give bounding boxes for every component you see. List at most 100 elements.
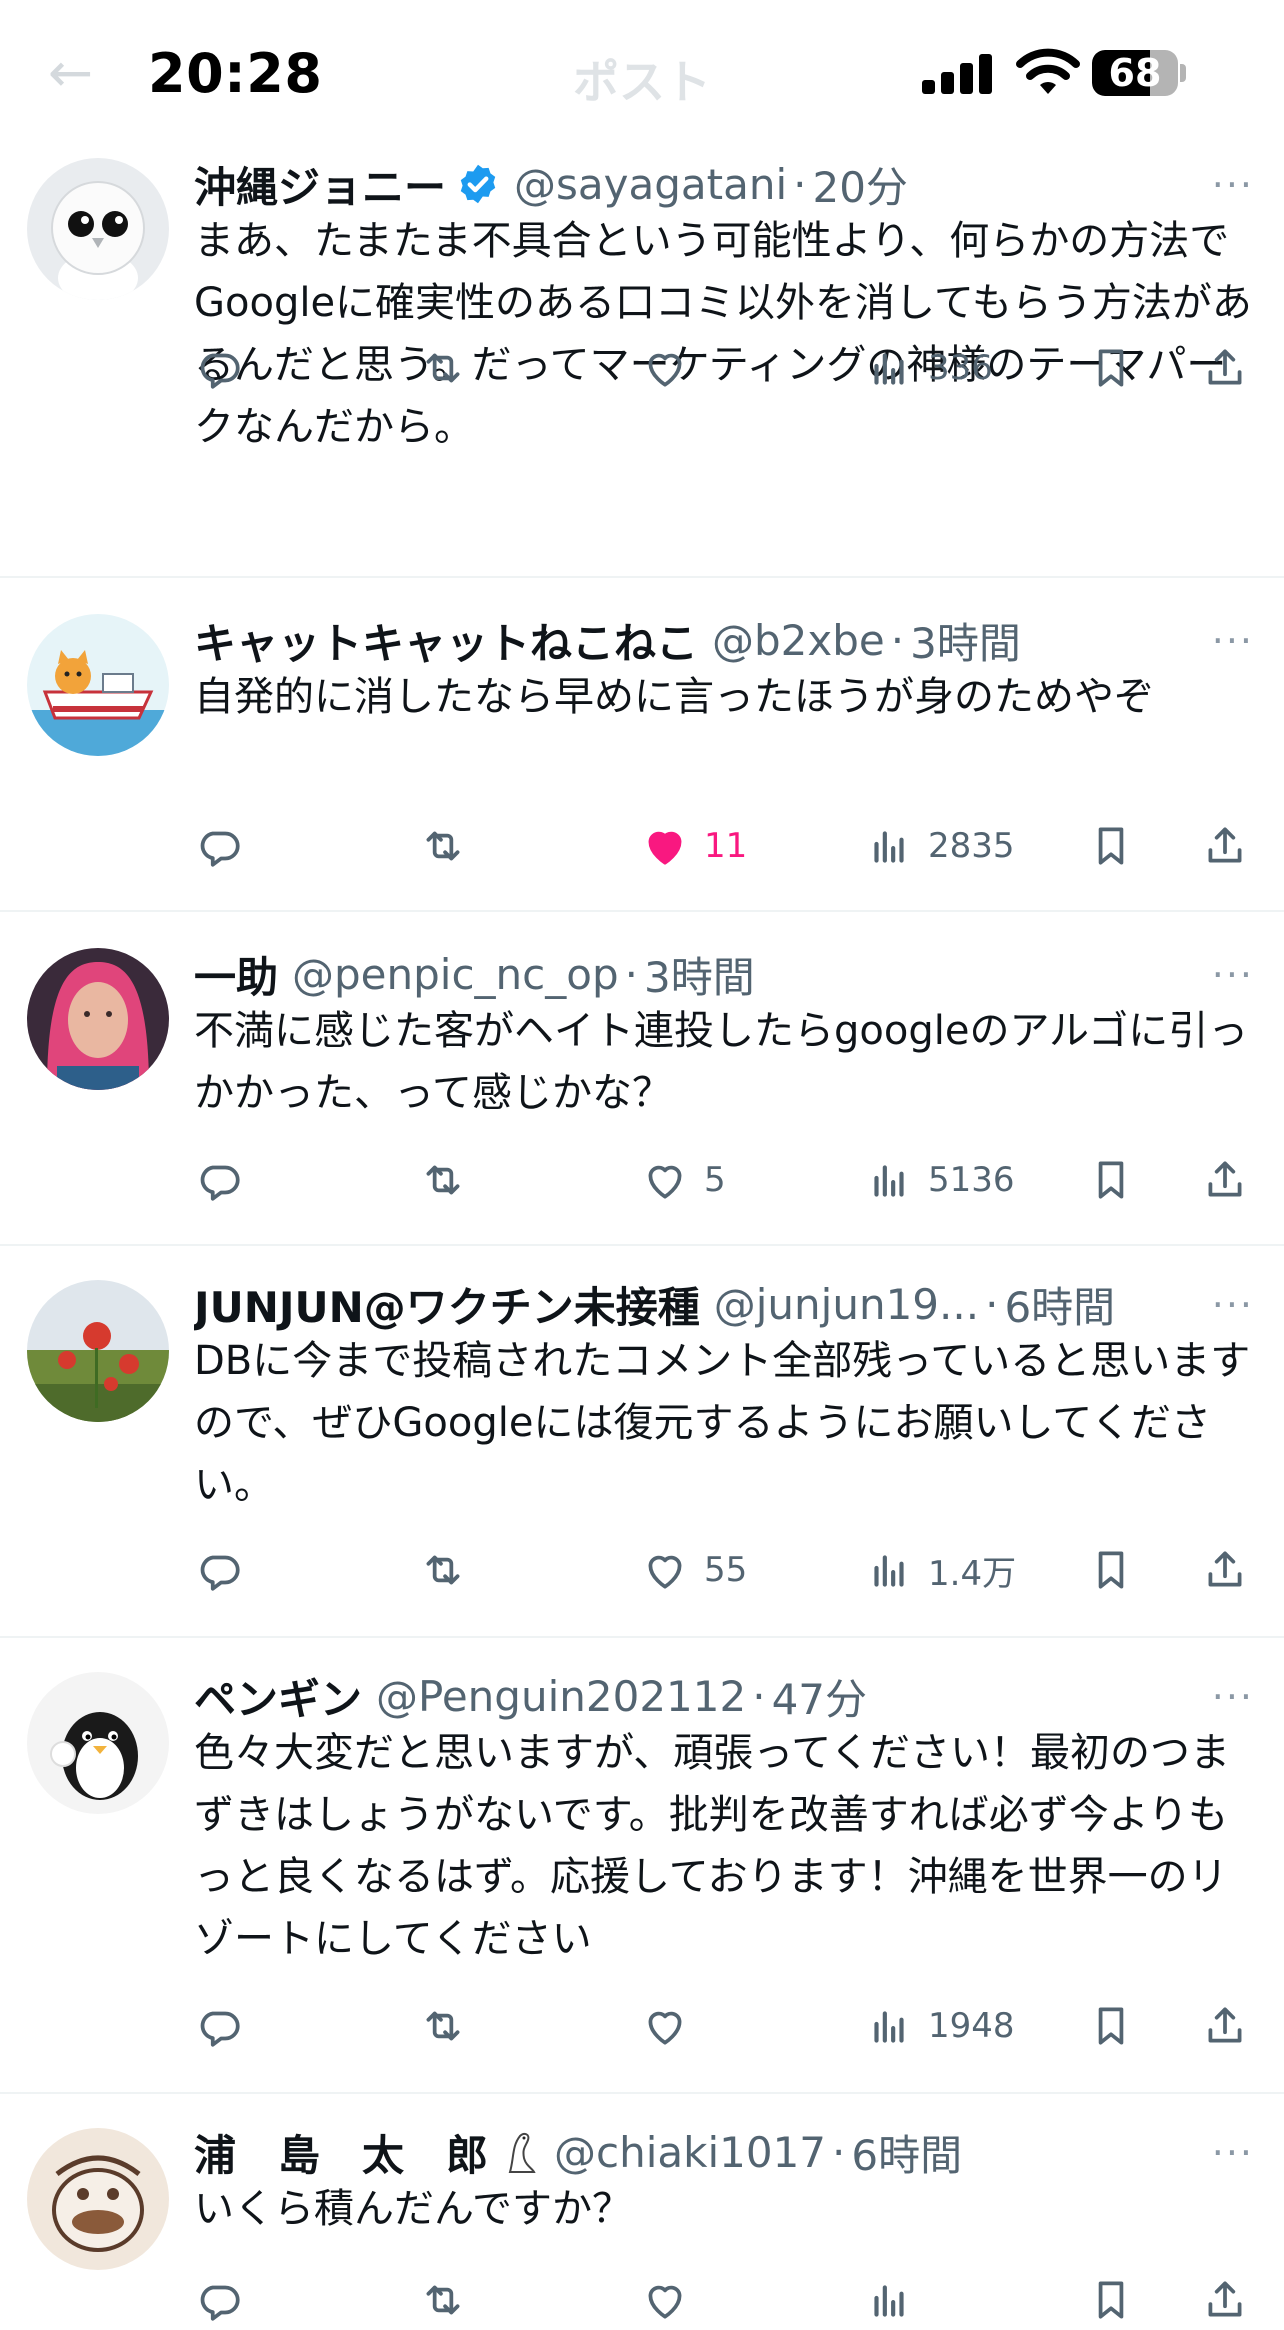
reply-icon <box>200 353 240 389</box>
share-icon <box>1208 1161 1242 1197</box>
avatar-owl[interactable] <box>27 158 169 300</box>
share-button[interactable] <box>1200 1996 1250 2056</box>
repost-button[interactable] <box>418 2270 482 2330</box>
tweet-text: 自発的に消したなら早めに言ったほうが身のためやぞ <box>194 674 1154 720</box>
views-button[interactable] <box>864 2270 928 2330</box>
user-handle[interactable]: @junjun19... <box>714 1280 979 1329</box>
share-button[interactable] <box>1200 816 1250 876</box>
like-button[interactable]: 5 <box>640 1150 726 1210</box>
repost-button[interactable] <box>418 1996 482 2056</box>
post-time[interactable]: 47分 <box>772 1666 867 1727</box>
like-button[interactable]: 11 <box>640 816 747 876</box>
tweet-text: 色々大変だと思いますが、頑張ってください！最初のつまずきはしょうがないです。批判… <box>194 1730 1230 1962</box>
heart-icon <box>648 831 682 865</box>
post-time[interactable]: 20分 <box>812 154 907 215</box>
repost-button[interactable] <box>418 1540 482 1600</box>
avatar-cat-boat[interactable] <box>27 614 169 756</box>
more-options-button[interactable]: ··· <box>1212 622 1254 660</box>
more-options-button[interactable]: ··· <box>1212 1286 1254 1324</box>
more-options-button[interactable]: ··· <box>1212 956 1254 994</box>
display-name[interactable]: ペンギン <box>194 1666 362 1727</box>
share-button[interactable] <box>1200 1150 1250 1210</box>
wifi-icon <box>1016 48 1080 94</box>
post-time[interactable]: 3時間 <box>644 944 755 1005</box>
tweet[interactable]: ペンギン @Penguin202112 · 47分 ··· 色々大変だと思います… <box>0 1636 1284 2094</box>
share-button[interactable] <box>1200 2270 1250 2330</box>
bar-chart-icon <box>874 831 904 863</box>
repost-button[interactable] <box>418 1150 482 1210</box>
avatar-portrait[interactable] <box>27 948 169 1090</box>
heart-icon <box>648 2011 682 2045</box>
post-time[interactable]: 6時間 <box>1004 1274 1115 1335</box>
tweet-actions: 1948 <box>0 1996 1284 2056</box>
views-button[interactable]: 5136 <box>864 1150 1015 1210</box>
tweet-actions: 11 2835 <box>0 816 1284 876</box>
verified-badge-icon <box>460 164 496 204</box>
more-options-button[interactable]: ··· <box>1212 2134 1254 2172</box>
share-button[interactable] <box>1200 338 1250 398</box>
like-button[interactable] <box>640 338 704 398</box>
reply-button[interactable] <box>194 1150 258 1210</box>
display-name[interactable]: 一助 <box>194 944 278 1005</box>
heart-icon <box>648 2285 682 2319</box>
user-handle[interactable]: @chiaki1017 <box>554 2128 826 2177</box>
bookmark-button[interactable] <box>1086 1540 1136 1600</box>
reply-button[interactable] <box>194 1540 258 1600</box>
reply-button[interactable] <box>194 2270 258 2330</box>
likes-count: 55 <box>704 1550 748 1590</box>
display-name[interactable]: 沖縄ジョニー <box>194 154 446 215</box>
more-options-button[interactable]: ··· <box>1212 166 1254 204</box>
user-handle[interactable]: @Penguin202112 <box>376 1672 746 1721</box>
tweet[interactable]: キャットキャットねこねこ @b2xbe · 3時間 ··· 自発的に消したなら早… <box>0 576 1284 912</box>
post-time[interactable]: 6時間 <box>851 2122 962 2183</box>
views-count: 1948 <box>928 2006 1015 2046</box>
reply-button[interactable] <box>194 816 258 876</box>
reply-button[interactable] <box>194 338 258 398</box>
likes-count: 11 <box>704 826 748 866</box>
tweet[interactable]: JUNJUN@ワクチン未接種 @junjun19... · 6時間 ··· DB… <box>0 1244 1284 1638</box>
tweet[interactable]: 沖縄ジョニー @sayagatani · 20分 ··· まあ、たまたま不具合と… <box>0 140 1284 578</box>
bar-chart-icon <box>874 353 904 385</box>
views-count: 336 <box>928 348 993 388</box>
bookmark-icon <box>1098 1161 1124 1199</box>
views-count: 5136 <box>928 1160 1015 1200</box>
reply-icon <box>200 2011 240 2047</box>
views-button[interactable]: 1948 <box>864 1996 1015 2056</box>
tweet-actions: 336 <box>0 338 1284 398</box>
reply-button[interactable] <box>194 1996 258 2056</box>
views-button[interactable]: 1.4万 <box>864 1540 1016 1600</box>
separator-dot: · <box>832 2127 846 2177</box>
heart-icon <box>648 353 682 387</box>
avatar-red-flowers[interactable] <box>27 1280 169 1422</box>
display-name[interactable]: 浦 島 太 郎 <box>194 2122 488 2183</box>
views-button[interactable]: 336 <box>864 338 993 398</box>
share-icon <box>1208 2281 1242 2317</box>
bookmark-button[interactable] <box>1086 1150 1136 1210</box>
avatar-duck-drawing[interactable] <box>27 2128 169 2270</box>
post-time[interactable]: 3時間 <box>910 610 1021 671</box>
bookmark-button[interactable] <box>1086 1996 1136 2056</box>
bookmark-button[interactable] <box>1086 816 1136 876</box>
repost-button[interactable] <box>418 816 482 876</box>
share-button[interactable] <box>1200 1540 1250 1600</box>
repost-icon <box>426 1555 460 1585</box>
bookmark-button[interactable] <box>1086 338 1136 398</box>
repost-button[interactable] <box>418 338 482 398</box>
like-button[interactable]: 55 <box>640 1540 747 1600</box>
display-name[interactable]: キャットキャットねこねこ <box>194 610 698 671</box>
user-handle[interactable]: @b2xbe <box>712 616 885 665</box>
bookmark-button[interactable] <box>1086 2270 1136 2330</box>
user-handle[interactable]: @penpic_nc_op <box>292 950 619 999</box>
display-name[interactable]: JUNJUN@ワクチン未接種 <box>194 1274 700 1335</box>
like-button[interactable] <box>640 2270 704 2330</box>
like-button[interactable] <box>640 1996 704 2056</box>
user-handle[interactable]: @sayagatani <box>514 160 787 209</box>
views-button[interactable]: 2835 <box>864 816 1015 876</box>
reply-icon <box>200 2285 240 2321</box>
avatar-penguin[interactable] <box>27 1672 169 1814</box>
tweet[interactable]: 一助 @penpic_nc_op · 3時間 ··· 不満に感じた客がヘイト連投… <box>0 910 1284 1246</box>
tweet-text: いくら積んだんですか？ <box>194 2186 632 2232</box>
tweet[interactable]: 浦 島 太 郎 @chiaki1017 · 6時間 ··· いくら積んだんですか… <box>0 2092 1284 2321</box>
more-options-button[interactable]: ··· <box>1212 1678 1254 1716</box>
battery-tip <box>1180 64 1186 82</box>
